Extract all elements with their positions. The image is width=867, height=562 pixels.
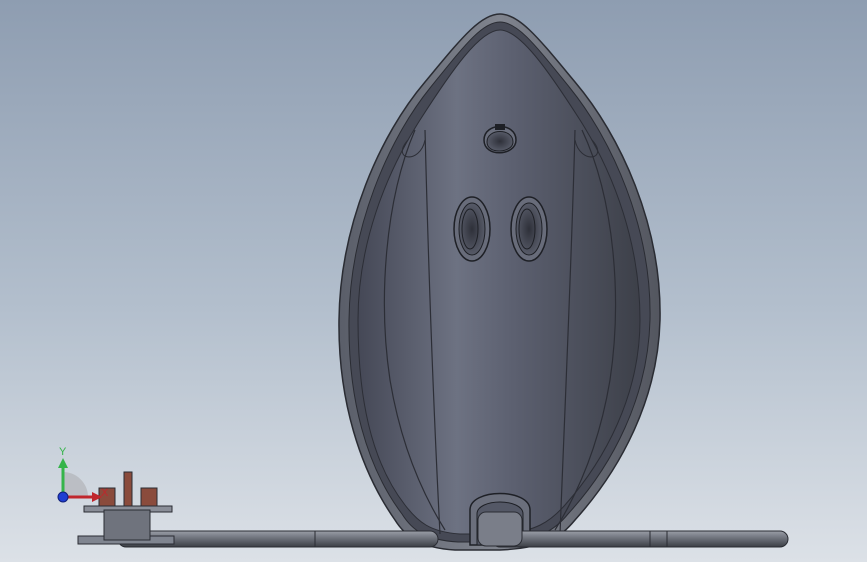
right-eye-hole [510,196,548,262]
z-axis-dot [57,491,69,503]
left-eye-hole [453,196,491,262]
y-axis-label: Y [59,446,67,458]
x-axis-label: X [101,487,109,499]
cad-graphics-area[interactable]: Y X [0,0,867,562]
cad-scene[interactable]: Y X [0,0,867,562]
